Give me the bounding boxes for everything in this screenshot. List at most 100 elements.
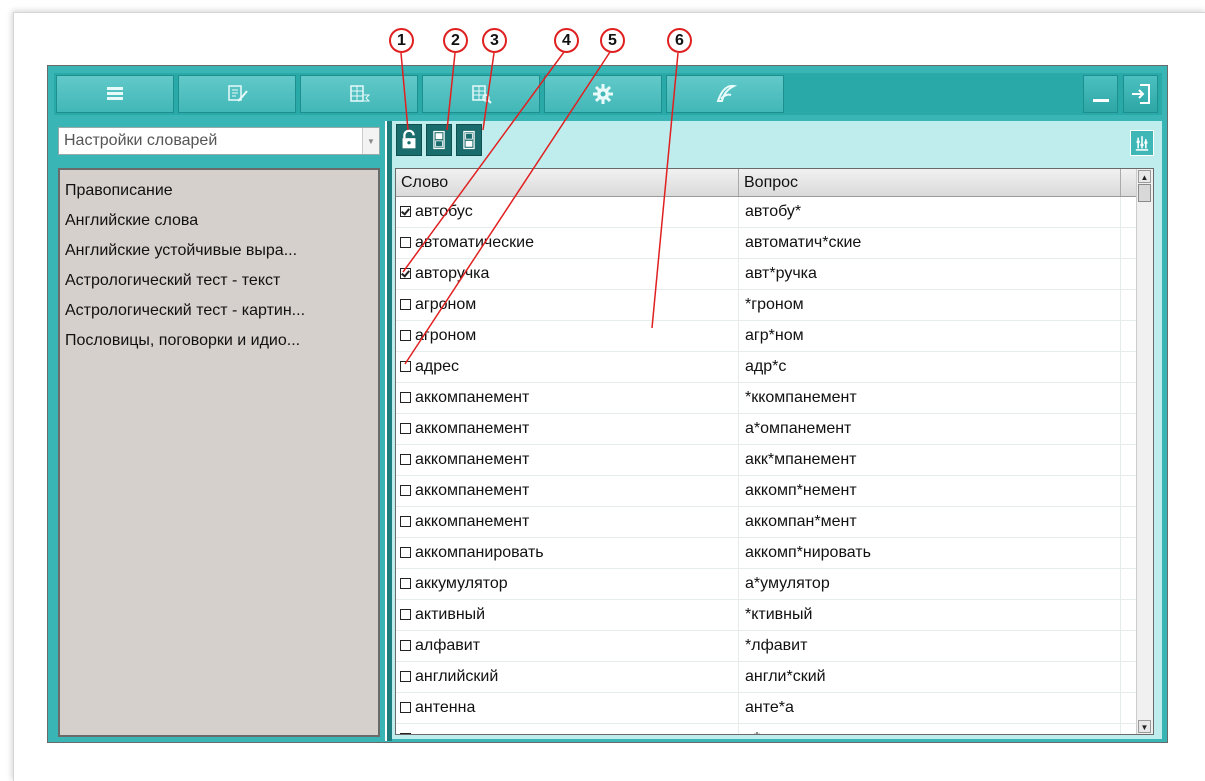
toolbar-list-button[interactable] <box>56 75 174 113</box>
row-checkbox[interactable] <box>400 268 411 279</box>
row-checkbox[interactable] <box>400 361 411 372</box>
table-row[interactable]: аппетит а*етит <box>396 724 1138 734</box>
word-cell[interactable]: английский <box>396 662 739 692</box>
row-checkbox[interactable] <box>400 547 411 558</box>
question-cell[interactable]: авт*ручка <box>739 259 1121 289</box>
word-cell[interactable]: алфавит <box>396 631 739 661</box>
column-header-word[interactable]: Слово <box>396 169 739 196</box>
word-cell[interactable]: аккумулятор <box>396 569 739 599</box>
question-cell[interactable]: автобу* <box>739 197 1121 227</box>
question-cell[interactable]: *ккомпанемент <box>739 383 1121 413</box>
table-row[interactable]: автобус автобу* <box>396 197 1138 228</box>
question-cell[interactable]: адр*с <box>739 352 1121 382</box>
word-cell[interactable]: аккомпанемент <box>396 383 739 413</box>
question-cell[interactable]: аккомпан*мент <box>739 507 1121 537</box>
row-checkbox[interactable] <box>400 423 411 434</box>
row-checkbox[interactable] <box>400 671 411 682</box>
word-cell[interactable]: аккомпанемент <box>396 507 739 537</box>
view-right-button[interactable] <box>456 124 482 156</box>
word-cell[interactable]: антенна <box>396 693 739 723</box>
word-cell[interactable]: аккомпанемент <box>396 445 739 475</box>
table-row[interactable]: алфавит *лфавит <box>396 631 1138 662</box>
table-row[interactable]: аккумулятор а*умулятор <box>396 569 1138 600</box>
table-row[interactable]: адрес адр*с <box>396 352 1138 383</box>
question-cell[interactable]: акк*мпанемент <box>739 445 1121 475</box>
toolbar-edit-button[interactable] <box>178 75 296 113</box>
table-row[interactable]: агроном агр*ном <box>396 321 1138 352</box>
question-cell[interactable]: а*умулятор <box>739 569 1121 599</box>
row-checkbox[interactable] <box>400 516 411 527</box>
dictionary-item[interactable]: Английские устойчивые выра... <box>60 236 378 266</box>
table-row[interactable]: аккомпанемент аккомп*немент <box>396 476 1138 507</box>
table-row[interactable]: агроном *гроном <box>396 290 1138 321</box>
word-cell[interactable]: аккомпанировать <box>396 538 739 568</box>
row-checkbox[interactable] <box>400 330 411 341</box>
table-row[interactable]: аккомпанемент а*омпанемент <box>396 414 1138 445</box>
question-cell[interactable]: а*етит <box>739 724 1121 734</box>
table-row[interactable]: аккомпанемент аккомпан*мент <box>396 507 1138 538</box>
question-cell[interactable]: а*омпанемент <box>739 414 1121 444</box>
row-checkbox[interactable] <box>400 640 411 651</box>
question-cell[interactable]: автоматич*ские <box>739 228 1121 258</box>
question-cell[interactable]: *ктивный <box>739 600 1121 630</box>
word-cell[interactable]: автобус <box>396 197 739 227</box>
exit-button[interactable] <box>1123 75 1158 113</box>
word-cell[interactable]: адрес <box>396 352 739 382</box>
question-cell[interactable]: аккомп*немент <box>739 476 1121 506</box>
question-cell[interactable]: анте*а <box>739 693 1121 723</box>
dictionary-item[interactable]: Пословицы, поговорки и идио... <box>60 326 378 356</box>
vertical-scrollbar[interactable]: ▲ ▼ <box>1136 169 1153 734</box>
row-checkbox[interactable] <box>400 237 411 248</box>
row-checkbox[interactable] <box>400 299 411 310</box>
question-cell[interactable]: англи*ский <box>739 662 1121 692</box>
toolbar-logo-button[interactable] <box>666 75 784 113</box>
question-cell[interactable]: *лфавит <box>739 631 1121 661</box>
question-cell[interactable]: *гроном <box>739 290 1121 320</box>
view-left-button[interactable] <box>426 124 452 156</box>
row-checkbox[interactable] <box>400 485 411 496</box>
row-checkbox[interactable] <box>400 733 411 734</box>
dictionary-select[interactable]: Настройки словарей ▼ <box>58 127 380 155</box>
table-row[interactable]: английский англи*ский <box>396 662 1138 693</box>
chevron-down-icon[interactable]: ▼ <box>362 128 379 154</box>
table-row[interactable]: антенна анте*а <box>396 693 1138 724</box>
scrollbar-thumb[interactable] <box>1138 184 1151 202</box>
word-cell[interactable]: активный <box>396 600 739 630</box>
toolbar-settings-button[interactable] <box>544 75 662 113</box>
toolbar-grid-search-button[interactable] <box>422 75 540 113</box>
minimize-button[interactable] <box>1083 75 1118 113</box>
table-row[interactable]: аккомпанемент акк*мпанемент <box>396 445 1138 476</box>
table-row[interactable]: аккомпанировать аккомп*нировать <box>396 538 1138 569</box>
row-checkbox[interactable] <box>400 578 411 589</box>
dictionary-item[interactable]: Астрологический тест - картин... <box>60 296 378 326</box>
dictionary-item[interactable]: Правописание <box>60 176 378 206</box>
words-table: Слово Вопрос автобус автобу* автоматически… <box>395 168 1154 735</box>
word-cell[interactable]: агроном <box>396 290 739 320</box>
table-row[interactable]: активный *ктивный <box>396 600 1138 631</box>
lock-button[interactable] <box>396 124 422 156</box>
toolbar-sum-button[interactable] <box>300 75 418 113</box>
scroll-down-arrow[interactable]: ▼ <box>1138 720 1151 733</box>
dictionary-item[interactable]: Астрологический тест - текст <box>60 266 378 296</box>
column-settings-button[interactable] <box>1130 130 1154 156</box>
word-cell[interactable]: аккомпанемент <box>396 476 739 506</box>
scroll-up-arrow[interactable]: ▲ <box>1138 170 1151 183</box>
row-checkbox[interactable] <box>400 206 411 217</box>
word-cell[interactable]: автоматические <box>396 228 739 258</box>
table-row[interactable]: автоматические автоматич*ские <box>396 228 1138 259</box>
question-cell[interactable]: агр*ном <box>739 321 1121 351</box>
row-checkbox[interactable] <box>400 392 411 403</box>
word-cell[interactable]: аппетит <box>396 724 739 734</box>
row-checkbox[interactable] <box>400 702 411 713</box>
word-cell[interactable]: агроном <box>396 321 739 351</box>
dictionary-item[interactable]: Английские слова <box>60 206 378 236</box>
row-checkbox[interactable] <box>400 454 411 465</box>
row-checkbox[interactable] <box>400 609 411 620</box>
word-cell[interactable]: аккомпанемент <box>396 414 739 444</box>
word-cell[interactable]: авторучка <box>396 259 739 289</box>
table-row[interactable]: аккомпанемент *ккомпанемент <box>396 383 1138 414</box>
table-row[interactable]: авторучка авт*ручка <box>396 259 1138 290</box>
panel-splitter[interactable] <box>385 121 392 741</box>
column-header-question[interactable]: Вопрос <box>739 169 1121 196</box>
question-cell[interactable]: аккомп*нировать <box>739 538 1121 568</box>
